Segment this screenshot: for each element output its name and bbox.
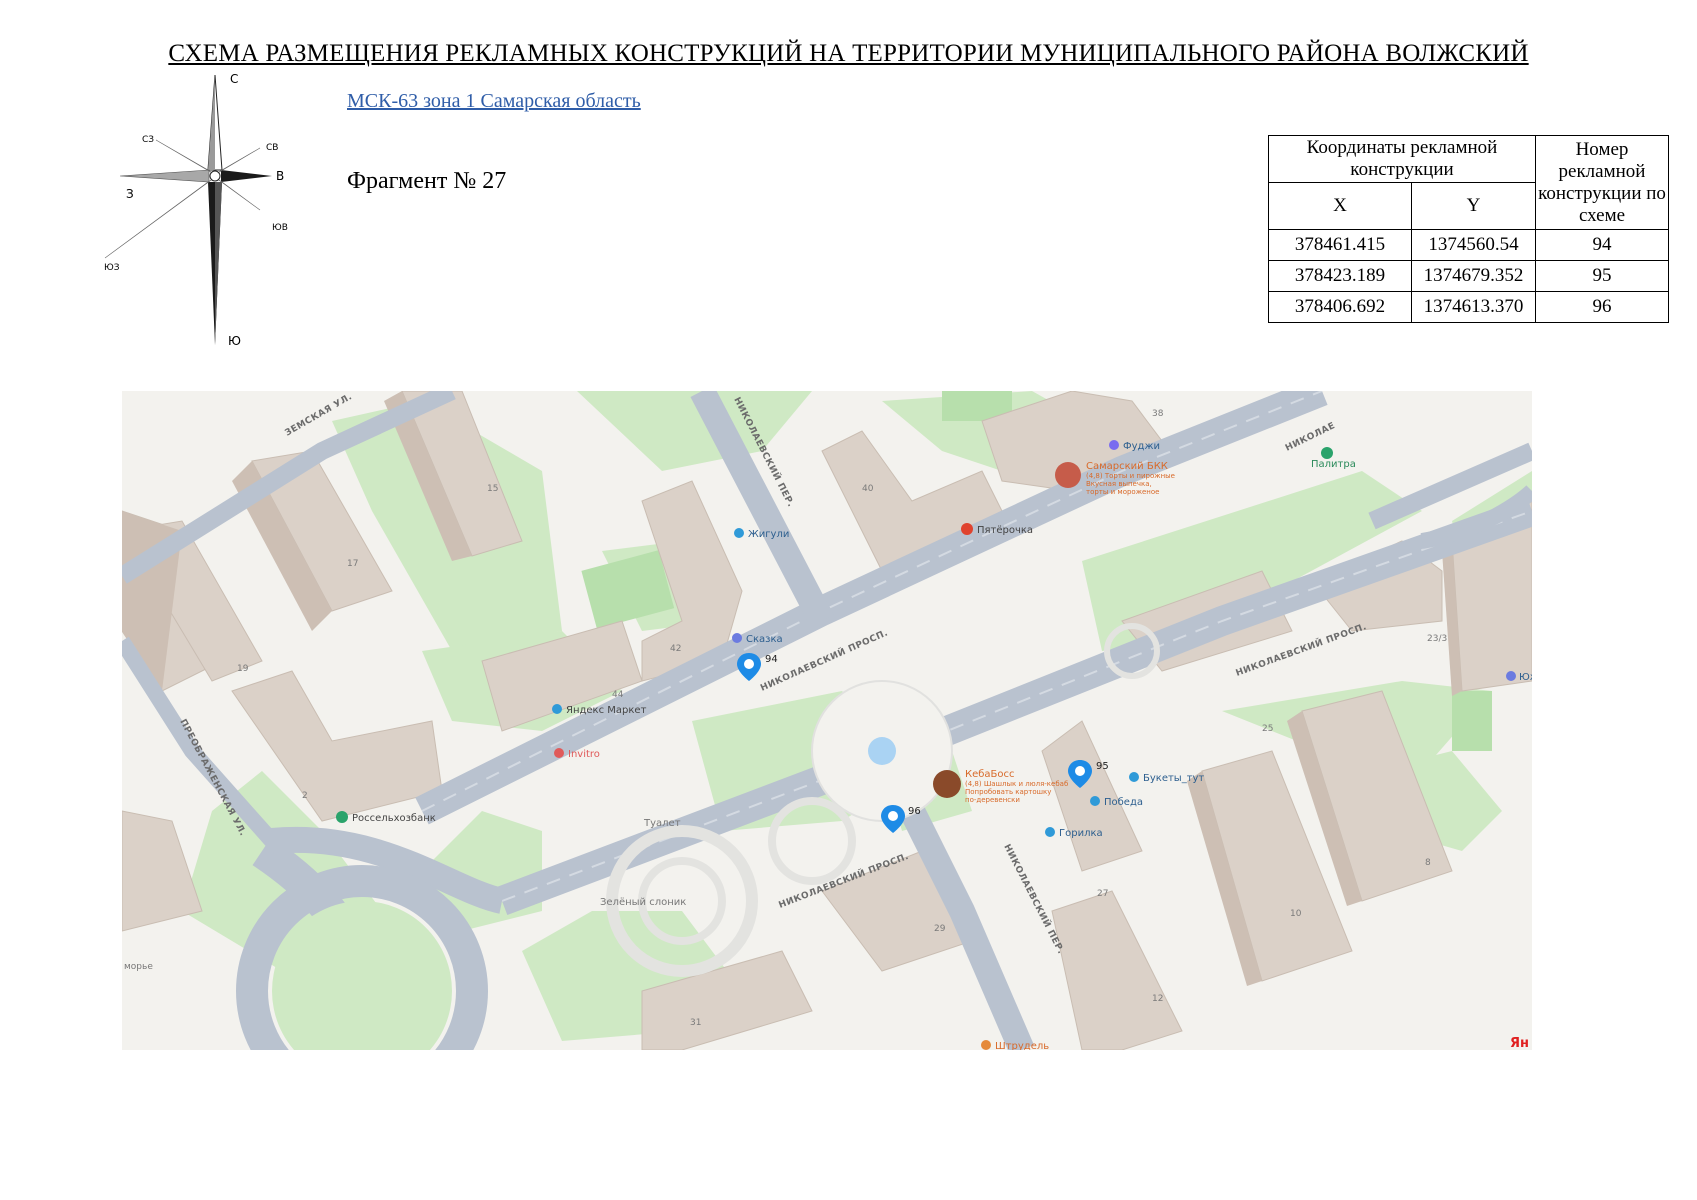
compass-sw: ЮЗ <box>104 263 120 273</box>
cell-num: 94 <box>1535 229 1669 261</box>
cell-x: 378461.415 <box>1268 229 1412 261</box>
building-number: 27 <box>1097 889 1108 899</box>
poi-tualet[interactable]: Туалет <box>643 818 681 829</box>
table-row: 378461.415 1374560.54 94 <box>1268 229 1669 261</box>
poi-samarsky-sub1: (4,8) Торты и пирожные <box>1086 472 1175 480</box>
cell-y: 1374560.54 <box>1411 229 1536 261</box>
compass-w: З <box>126 187 134 201</box>
cell-y: 1374679.352 <box>1411 260 1536 292</box>
building-number: 29 <box>934 924 946 934</box>
building-number: 12 <box>1152 994 1163 1004</box>
compass-ne: СВ <box>266 143 278 153</box>
poi-kebaboss-sub1: (4,8) Шашлык и люля-кебаб <box>965 780 1068 788</box>
cell-num: 95 <box>1535 260 1669 292</box>
poi-samarsky-sub3: торты и мороженое <box>1086 488 1159 496</box>
compass-nw: СЗ <box>142 135 154 145</box>
building-number: 40 <box>862 484 874 494</box>
poi-pobeda[interactable]: Победа <box>1104 797 1143 808</box>
table-row: 378406.692 1374613.370 96 <box>1268 291 1669 323</box>
poi-zeleny-slonik[interactable]: Зелёный слоник <box>600 897 686 908</box>
building-number: 8 <box>1425 858 1431 868</box>
building-number: 38 <box>1152 409 1164 419</box>
col-y: Y <box>1411 182 1536 230</box>
yandex-logo: Ян <box>1510 1036 1529 1050</box>
col-x: X <box>1268 182 1412 230</box>
building-number: 17 <box>347 559 358 569</box>
fragment-label: Фрагмент № 27 <box>347 168 507 194</box>
poi-morye: морье <box>124 962 153 972</box>
poi-kebaboss-sub2: Попробовать картошку <box>965 788 1051 796</box>
building-number: 2 <box>302 791 308 801</box>
poi-gorilka[interactable]: Горилка <box>1059 828 1103 839</box>
header-coords: Координаты рекламной конструкции <box>1268 135 1536 183</box>
compass-n: С <box>230 72 238 86</box>
poi-fuji[interactable]: Фуджи <box>1123 441 1160 452</box>
page-title: СХЕМА РАЗМЕЩЕНИЯ РЕКЛАМНЫХ КОНСТРУКЦИЙ Н… <box>168 40 1529 67</box>
poi-yandex-market[interactable]: Яндекс Маркет <box>566 705 647 716</box>
cell-num: 96 <box>1535 291 1669 323</box>
building-number: 31 <box>690 1018 701 1028</box>
ad-marker-95-label: 95 <box>1096 761 1109 772</box>
poi-rosselhozbank[interactable]: Россельхозбанк <box>352 813 436 824</box>
poi-bukety[interactable]: Букеты_тут <box>1143 773 1204 784</box>
poi-samarsky-sub2: Вкусная выпечка, <box>1086 480 1152 488</box>
building-number: 42 <box>670 644 681 654</box>
building-number: 25 <box>1262 724 1273 734</box>
header-num: Номер рекламной конструкции по схеме <box>1535 135 1669 230</box>
crs-link[interactable]: МСК-63 зона 1 Самарская область <box>347 90 641 113</box>
poi-samarsky[interactable]: Самарский БКК <box>1086 461 1168 472</box>
ad-marker-94-label: 94 <box>765 654 778 665</box>
table-row: 378423.189 1374679.352 95 <box>1268 260 1669 292</box>
compass-s: Ю <box>228 334 241 348</box>
poi-shtrudel[interactable]: Штрудель <box>995 1041 1049 1050</box>
compass-e: В <box>276 169 284 183</box>
compass-se: ЮВ <box>272 223 288 233</box>
building-number: 19 <box>237 664 249 674</box>
poi-skazka[interactable]: Сказка <box>746 634 783 645</box>
coordinates-table: Координаты рекламной конструкции Номер р… <box>1268 135 1669 323</box>
building-number: 10 <box>1290 909 1302 919</box>
building-number: 44 <box>612 690 624 700</box>
poi-pyaterochka[interactable]: Пятёрочка <box>977 525 1033 536</box>
poi-kebaboss[interactable]: КебаБосс <box>965 769 1015 780</box>
ad-marker-96-label: 96 <box>908 806 921 817</box>
compass-rose-icon: С Ю З В СЗ СВ ЮЗ ЮВ <box>104 72 288 348</box>
poi-palitra[interactable]: Палитра <box>1311 459 1356 470</box>
map-fragment[interactable]: ЗЕМСКАЯ УЛ. НИКОЛАЕВСКИЙ ПЕР. НИКОЛАЕВСК… <box>122 391 1532 1050</box>
poi-invitro[interactable]: Invitro <box>568 749 600 760</box>
building-number: 23/3 <box>1427 634 1447 644</box>
cell-x: 378406.692 <box>1268 291 1412 323</box>
building-number: 15 <box>487 484 498 494</box>
cell-y: 1374613.370 <box>1411 291 1536 323</box>
poi-zhiguli[interactable]: Жигули <box>748 529 789 540</box>
poi-kebaboss-sub3: по-деревенски <box>965 796 1020 804</box>
poi-yuzh[interactable]: Юж <box>1519 672 1532 683</box>
cell-x: 378423.189 <box>1268 260 1412 292</box>
